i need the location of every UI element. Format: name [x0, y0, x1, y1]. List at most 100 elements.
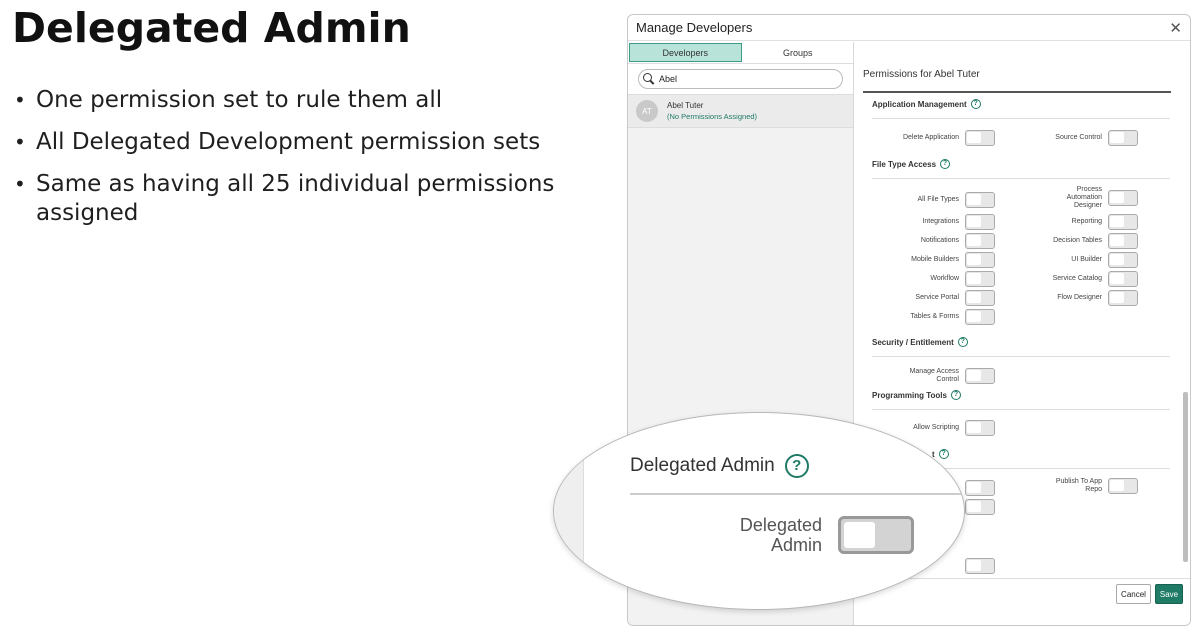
permission-row: Service Portal [855, 290, 995, 306]
section-title: Application Management [872, 99, 967, 109]
delegated-admin-toggle[interactable] [838, 516, 914, 554]
section-security-entitlement: Security / Entitlement ? [872, 337, 1170, 357]
permission-label: Workflow [930, 275, 959, 282]
permission-label: Flow Designer [1057, 294, 1102, 301]
flow-designer-toggle[interactable] [1108, 290, 1138, 306]
delegated-admin-label: Delegated Admin [739, 515, 822, 555]
notifications-toggle[interactable] [965, 233, 995, 249]
search-box [638, 69, 843, 89]
service-catalog-toggle[interactable] [1108, 271, 1138, 287]
permission-row: Workflow [855, 271, 995, 287]
permission-row: Mobile Builders [855, 252, 995, 268]
avatar: AT [636, 100, 658, 122]
user-permission-status: (No Permissions Assigned) [667, 112, 758, 121]
ui-builder-toggle[interactable] [1108, 252, 1138, 268]
search-input[interactable] [659, 74, 819, 84]
permission-label: Mobile Builders [911, 256, 959, 263]
mobile-builders-toggle[interactable] [965, 252, 995, 268]
section-title: File Type Access [872, 159, 937, 169]
help-icon[interactable]: ? [940, 159, 951, 169]
section-application-management: Application Management ? [872, 99, 1170, 119]
cancel-button[interactable]: Cancel [1116, 584, 1151, 604]
permission-row: Reporting [998, 214, 1138, 230]
permission-row: Delete Application [855, 130, 995, 146]
all-file-types-toggle[interactable] [965, 192, 995, 208]
permission-row: Integrations [855, 214, 995, 230]
permission-row: Process Automation Designer [998, 186, 1138, 210]
permission-row: Notifications [855, 233, 995, 249]
permission-row: All File Types [855, 192, 995, 208]
bullet-item: All Delegated Development permission set… [12, 128, 572, 157]
integrations-toggle[interactable] [965, 214, 995, 230]
help-icon[interactable]: ? [970, 99, 981, 109]
process-automation-designer-toggle[interactable] [1108, 190, 1138, 206]
publish-to-app-repo-toggle[interactable] [1108, 478, 1138, 494]
help-icon[interactable]: ? [950, 390, 961, 400]
permission-row: Source Control [998, 130, 1138, 146]
permission-label: Delete Application [902, 134, 959, 141]
permission-label: Publish To App Repo [1055, 478, 1102, 493]
permission-row: Publish To App Repo [998, 478, 1138, 494]
permission-label: Source Control [1055, 134, 1102, 141]
tab-bar: Developers Groups [628, 42, 853, 64]
magnified-section-heading: Delegated Admin ? [630, 454, 809, 478]
permission-row: Tables & Forms [855, 309, 995, 325]
permission-row: UI Builder [998, 252, 1138, 268]
modal-title: Manage Developers [636, 20, 753, 35]
magnifier-callout: Delegated Admin ? Delegated Admin [553, 412, 965, 610]
section-programming-tools: Programming Tools ? [872, 390, 1170, 410]
tab-groups[interactable]: Groups [743, 42, 854, 63]
help-icon[interactable]: ? [957, 337, 968, 347]
permission-toggle[interactable] [965, 499, 995, 515]
user-name: Abel Tuter [667, 101, 704, 110]
user-list-item[interactable]: AT Abel Tuter (No Permissions Assigned) [628, 94, 853, 128]
delete-application-toggle[interactable] [965, 130, 995, 146]
permission-row: Flow Designer [998, 290, 1138, 306]
slide-title: Delegated Admin [12, 4, 411, 52]
close-icon[interactable]: ✕ [1169, 19, 1182, 37]
permission-label: Service Portal [915, 294, 959, 301]
permissions-title: Permissions for Abel Tuter [863, 69, 980, 80]
scrollbar[interactable] [1183, 392, 1188, 562]
bullet-item: One permission set to rule them all [12, 86, 572, 115]
permission-label: Reporting [1071, 218, 1102, 225]
modal-header: Manage Developers ✕ [628, 15, 1190, 41]
permission-label: UI Builder [1071, 256, 1102, 263]
permission-label: Decision Tables [1053, 237, 1102, 244]
help-icon[interactable]: ? [784, 454, 809, 478]
permission-label: All File Types [917, 196, 960, 203]
manage-access-control-toggle[interactable] [965, 368, 995, 384]
permission-label: Service Catalog [1052, 275, 1102, 282]
help-icon[interactable]: ? [938, 449, 949, 459]
permission-toggle[interactable] [965, 558, 995, 574]
search-container [628, 64, 853, 94]
permission-label: Process Automation Designer [1066, 186, 1102, 209]
decision-tables-toggle[interactable] [1108, 233, 1138, 249]
section-file-type-access: File Type Access ? [872, 159, 1170, 179]
divider [863, 91, 1171, 93]
source-control-toggle[interactable] [1108, 130, 1138, 146]
section-title: Programming Tools [872, 390, 947, 400]
permission-label: Notifications [920, 237, 959, 244]
permission-label: Allow Scripting [913, 424, 959, 431]
section-title: Security / Entitlement [872, 337, 954, 347]
tab-developers[interactable]: Developers [629, 43, 742, 62]
search-icon [643, 73, 655, 85]
service-portal-toggle[interactable] [965, 290, 995, 306]
permission-label: Integrations [922, 218, 959, 225]
permission-label: Tables & Forms [910, 313, 959, 320]
magnified-left-pane [554, 413, 584, 609]
permission-row: Service Catalog [998, 271, 1138, 287]
permission-row: Decision Tables [998, 233, 1138, 249]
tables-forms-toggle[interactable] [965, 309, 995, 325]
bullet-item: Same as having all 25 individual permiss… [12, 170, 572, 228]
permission-label: Manage Access Control [909, 368, 959, 383]
reporting-toggle[interactable] [1108, 214, 1138, 230]
save-button[interactable]: Save [1155, 584, 1183, 604]
bullet-list: One permission set to rule them all All … [12, 86, 572, 241]
divider [630, 493, 964, 495]
section-title: Delegated Admin [630, 455, 775, 476]
workflow-toggle[interactable] [965, 271, 995, 287]
allow-scripting-toggle[interactable] [965, 420, 995, 436]
permission-toggle[interactable] [965, 480, 995, 496]
